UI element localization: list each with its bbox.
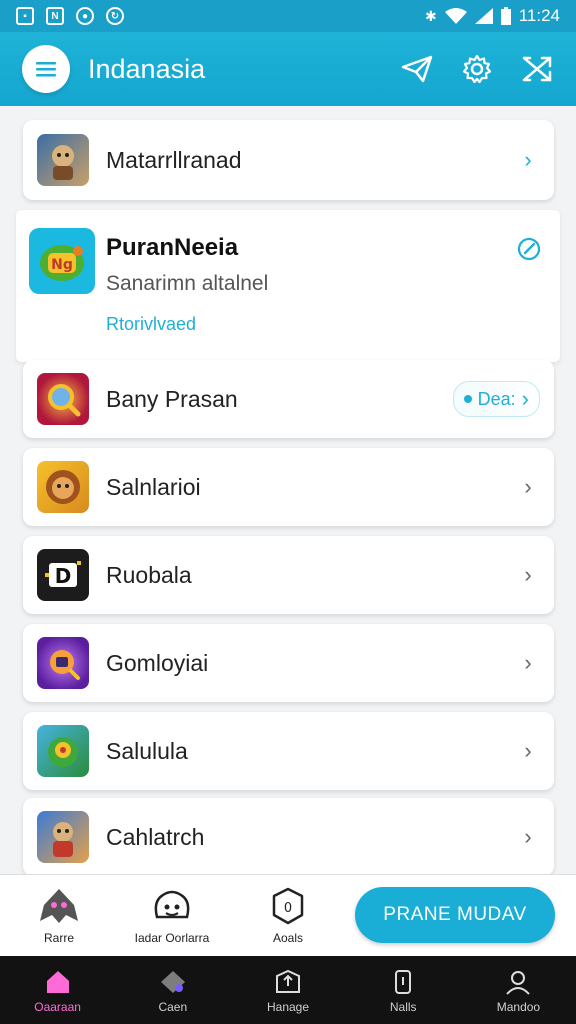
chevron-right-icon: › — [524, 474, 532, 499]
action-aoals[interactable]: 0 Aoals — [238, 887, 338, 945]
shuffle-button[interactable] — [520, 52, 554, 86]
game-thumbnail — [37, 373, 89, 425]
game-thumbnail — [37, 637, 89, 689]
nav-label: Caen — [158, 1000, 188, 1014]
badge-label: Dea: — [477, 388, 516, 409]
nav-item-oaaraan[interactable]: Oaaraan — [0, 956, 115, 1024]
battery-icon — [500, 7, 511, 25]
gear-icon — [462, 54, 492, 84]
magnifier-icon — [48, 384, 81, 417]
chevron-right-icon: › — [524, 738, 532, 763]
send-button[interactable] — [400, 52, 434, 86]
deal-badge[interactable]: Dea: › — [452, 381, 540, 417]
action-label: Rarre — [43, 931, 74, 945]
action-label: Aoals — [272, 931, 304, 945]
list-item[interactable]: Matarrllranad › — [23, 120, 554, 200]
home-icon — [46, 971, 69, 993]
edit-icon[interactable] — [516, 236, 542, 262]
svg-text:0: 0 — [284, 901, 292, 916]
hamburger-icon — [36, 62, 56, 77]
app-bar: Indanasia — [0, 32, 576, 106]
svg-text:D: D — [55, 564, 72, 588]
nav-item-caen[interactable]: Caen — [115, 956, 230, 1024]
lion-icon — [46, 470, 80, 504]
featured-card[interactable]: Ng PuranNeeia Sanarimn altalnel Rtorivlv… — [16, 210, 560, 362]
shuffle-icon — [522, 56, 552, 82]
list-item-label: Salulula — [106, 737, 188, 764]
chevron-right-icon: › — [521, 386, 529, 411]
list-item[interactable]: Salulula › — [23, 712, 554, 790]
list-item[interactable]: Salnlarioi › — [23, 448, 554, 526]
bottom-nav: Oaaraan Caen Hanage Nalls Mandoo — [0, 956, 576, 1024]
nav-label: Mandoo — [496, 1000, 541, 1014]
game-thumbnail — [37, 725, 89, 777]
featured-subtitle: Sanarimn altalnel — [106, 272, 269, 295]
package-icon — [276, 969, 300, 993]
bluetooth-icon: ✱ — [424, 7, 437, 24]
game-list: Matarrllranad › Ng PuranNeeia Sanarimn a… — [0, 106, 576, 874]
list-item[interactable]: Gomloyiai › — [23, 624, 554, 702]
featured-thumbnail: Ng — [29, 228, 95, 294]
record-icon: ● — [76, 7, 94, 25]
game-thumbnail — [37, 134, 89, 186]
nav-item-nalls[interactable]: Nalls — [346, 956, 461, 1024]
featured-title: PuranNeeia — [106, 234, 239, 261]
send-icon — [401, 55, 433, 83]
menu-button[interactable] — [22, 45, 70, 93]
nav-item-hanage[interactable]: Hanage — [230, 956, 345, 1024]
game-thumbnail — [37, 811, 89, 863]
chat-face-icon — [154, 890, 190, 919]
nav-label: Oaaraan — [34, 1000, 81, 1014]
nav-label: Nalls — [389, 1000, 417, 1014]
list-item[interactable]: Bany Prasan Dea: › — [23, 360, 554, 438]
diamond-icon — [160, 971, 185, 993]
primary-cta-button[interactable]: PRANE MUDAV — [355, 887, 555, 943]
profile-icon — [506, 971, 531, 995]
list-item-label: Matarrllranad — [106, 146, 242, 173]
phone-icon — [395, 970, 412, 994]
chevron-right-icon: › — [524, 562, 532, 587]
list-item-label: Bany Prasan — [106, 385, 238, 412]
badge-dot — [463, 395, 472, 403]
signal-icon — [474, 8, 493, 24]
status-bar: ▪ N ● ↻ ✱ 11:24 — [0, 0, 576, 32]
list-item-label: Salnlarioi — [106, 473, 201, 500]
svg-text:Ng: Ng — [51, 257, 73, 273]
character-icon — [52, 145, 74, 180]
nfc-icon: N — [46, 7, 64, 25]
map-pin-icon — [48, 737, 78, 767]
list-item[interactable]: D Ruobala › — [23, 536, 554, 614]
chevron-right-icon: › — [524, 147, 532, 172]
status-time: 11:24 — [518, 6, 560, 25]
shield-icon: 0 — [272, 887, 304, 925]
bottom-action-bar: Rarre Iadar Oorlarra 0 Aoals PRANE MUDAV — [0, 874, 576, 956]
app-title: Indanasia — [88, 53, 206, 84]
action-label: Iadar Oorlarra — [134, 931, 210, 945]
game-thumbnail — [37, 461, 89, 513]
game-thumbnail: D — [37, 549, 89, 601]
action-iadar-oorlarra[interactable]: Iadar Oorlarra — [122, 887, 222, 945]
bird-icon — [40, 889, 78, 923]
chevron-right-icon: › — [524, 650, 532, 675]
image-icon: ▪ — [16, 7, 34, 25]
list-item[interactable]: Cahlatrch › — [23, 798, 554, 874]
featured-link[interactable]: Rtorivlvaed — [106, 314, 196, 335]
game-logo-icon: Ng — [40, 245, 84, 281]
nav-item-mandoo[interactable]: Mandoo — [461, 956, 576, 1024]
gem-icon — [50, 650, 80, 680]
list-item-label: Cahlatrch — [106, 823, 205, 850]
action-rarre[interactable]: Rarre — [9, 887, 109, 945]
nav-label: Hanage — [266, 1000, 310, 1014]
sync-icon: ↻ — [106, 7, 124, 25]
settings-button[interactable] — [460, 52, 494, 86]
wifi-icon — [444, 8, 467, 24]
letter-d-icon: D — [45, 561, 81, 588]
list-item-label: Ruobala — [106, 561, 192, 588]
list-item-label: Gomloyiai — [106, 649, 209, 676]
chevron-right-icon: › — [524, 824, 532, 849]
character-icon — [53, 822, 73, 857]
